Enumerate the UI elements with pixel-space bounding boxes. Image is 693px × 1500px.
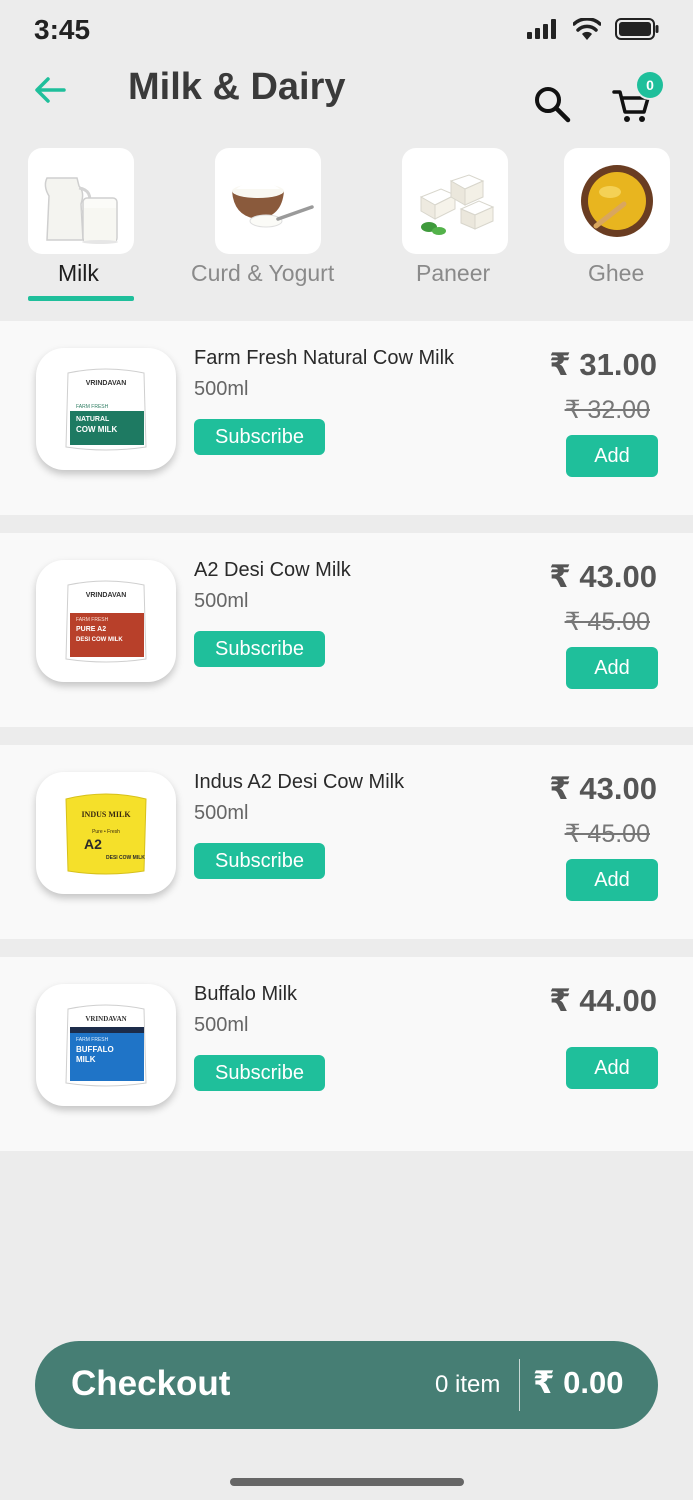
product-card[interactable]: VRINDAVAN FARM FRESH NATURAL COW MILK Fa… [0, 321, 693, 515]
product-mrp: ₹ 45.00 [564, 608, 650, 636]
cart-count-badge: 0 [637, 72, 663, 98]
svg-text:FARM FRESH: FARM FRESH [76, 617, 109, 623]
tab-ghee-label: Ghee [588, 260, 645, 286]
checkout-button[interactable]: Checkout 0 item ₹ 0.00 [35, 1341, 658, 1429]
tab-ghee[interactable]: Ghee [564, 148, 670, 286]
svg-text:DESI COW MILK: DESI COW MILK [76, 637, 123, 643]
svg-text:A2: A2 [84, 836, 102, 852]
pack-brand: VRINDAVAN [86, 592, 127, 599]
product-size: 500ml [194, 590, 249, 612]
product-mrp: ₹ 32.00 [564, 396, 650, 424]
home-indicator [230, 1478, 464, 1486]
svg-text:NATURAL: NATURAL [76, 416, 110, 423]
paneer-category-image [402, 148, 508, 254]
cart-button[interactable]: 0 [612, 72, 663, 128]
back-arrow-icon [35, 77, 66, 103]
svg-text:BUFFALO: BUFFALO [76, 1045, 114, 1054]
status-icons [527, 18, 659, 40]
svg-text:FARM FRESH: FARM FRESH [76, 1037, 109, 1043]
product-image: VRINDAVAN FARM FRESH BUFFALO MILK [36, 984, 176, 1106]
subscribe-button[interactable]: Subscribe [194, 843, 325, 879]
tab-curd-yogurt-label: Curd & Yogurt [191, 260, 335, 286]
product-card[interactable]: INDUS MILK Pure • Fresh A2 DESI COW MILK… [0, 745, 693, 939]
tab-milk-label: Milk [58, 260, 99, 286]
active-tab-indicator [28, 296, 134, 301]
category-tabs: Milk Curd & Yogurt Paneer Ghee [0, 148, 693, 308]
checkout-label: Checkout [71, 1364, 231, 1403]
product-size: 500ml [194, 802, 249, 824]
ghee-category-image [564, 148, 670, 254]
wifi-icon [573, 18, 601, 40]
subscribe-button[interactable]: Subscribe [194, 419, 325, 455]
product-name: Farm Fresh Natural Cow Milk [194, 347, 455, 369]
product-image: INDUS MILK Pure • Fresh A2 DESI COW MILK [36, 772, 176, 894]
product-price: ₹ 43.00 [549, 771, 657, 806]
status-time: 3:45 [34, 14, 91, 45]
subscribe-button[interactable]: Subscribe [194, 631, 325, 667]
product-name: A2 Desi Cow Milk [194, 559, 351, 581]
add-button[interactable]: Add [566, 1047, 658, 1089]
add-button[interactable]: Add [566, 647, 658, 689]
checkout-total: ₹ 0.00 [533, 1365, 624, 1400]
svg-text:FARM FRESH: FARM FRESH [76, 404, 109, 410]
back-button[interactable] [30, 70, 70, 110]
pack-brand: VRINDAVAN [86, 380, 127, 387]
product-name: Buffalo Milk [194, 983, 298, 1005]
tab-paneer-label: Paneer [416, 260, 491, 286]
svg-text:PURE A2: PURE A2 [76, 626, 106, 633]
product-image: VRINDAVAN FARM FRESH PURE A2 DESI COW MI… [36, 560, 176, 682]
product-price: ₹ 43.00 [549, 559, 657, 594]
add-button[interactable]: Add [566, 859, 658, 901]
tab-paneer[interactable]: Paneer [402, 148, 508, 286]
product-card[interactable]: VRINDAVAN FARM FRESH BUFFALO MILK Buffal… [0, 957, 693, 1151]
checkout-item-count: 0 item [435, 1371, 501, 1398]
pack-brand: VRINDAVAN [85, 1015, 126, 1023]
product-size: 500ml [194, 1014, 249, 1036]
product-price: ₹ 31.00 [549, 347, 657, 382]
page-title: Milk & Dairy [128, 66, 346, 108]
checkout-divider [519, 1359, 520, 1411]
status-bar: 3:45 [0, 0, 693, 62]
battery-icon [615, 18, 659, 40]
add-button[interactable]: Add [566, 435, 658, 477]
header: Milk & Dairy 0 [0, 62, 693, 138]
product-mrp: ₹ 45.00 [564, 820, 650, 848]
product-name: Indus A2 Desi Cow Milk [194, 771, 405, 793]
svg-text:Pure • Fresh: Pure • Fresh [92, 829, 120, 835]
tab-curd-yogurt[interactable]: Curd & Yogurt [191, 148, 334, 286]
product-card[interactable]: VRINDAVAN FARM FRESH PURE A2 DESI COW MI… [0, 533, 693, 727]
product-size: 500ml [194, 378, 249, 400]
svg-text:DESI COW MILK: DESI COW MILK [106, 855, 145, 861]
product-price: ₹ 44.00 [549, 983, 657, 1018]
svg-text:MILK: MILK [76, 1055, 96, 1064]
pack-brand: INDUS MILK [81, 810, 131, 819]
subscribe-button[interactable]: Subscribe [194, 1055, 325, 1091]
svg-text:COW MILK: COW MILK [76, 425, 118, 434]
curd-category-image [215, 148, 321, 254]
product-image: VRINDAVAN FARM FRESH NATURAL COW MILK [36, 348, 176, 470]
milk-category-image [28, 148, 134, 254]
tab-milk[interactable]: Milk [28, 148, 134, 286]
search-button[interactable] [532, 84, 576, 128]
signal-icon [527, 19, 556, 39]
search-icon [535, 87, 571, 123]
